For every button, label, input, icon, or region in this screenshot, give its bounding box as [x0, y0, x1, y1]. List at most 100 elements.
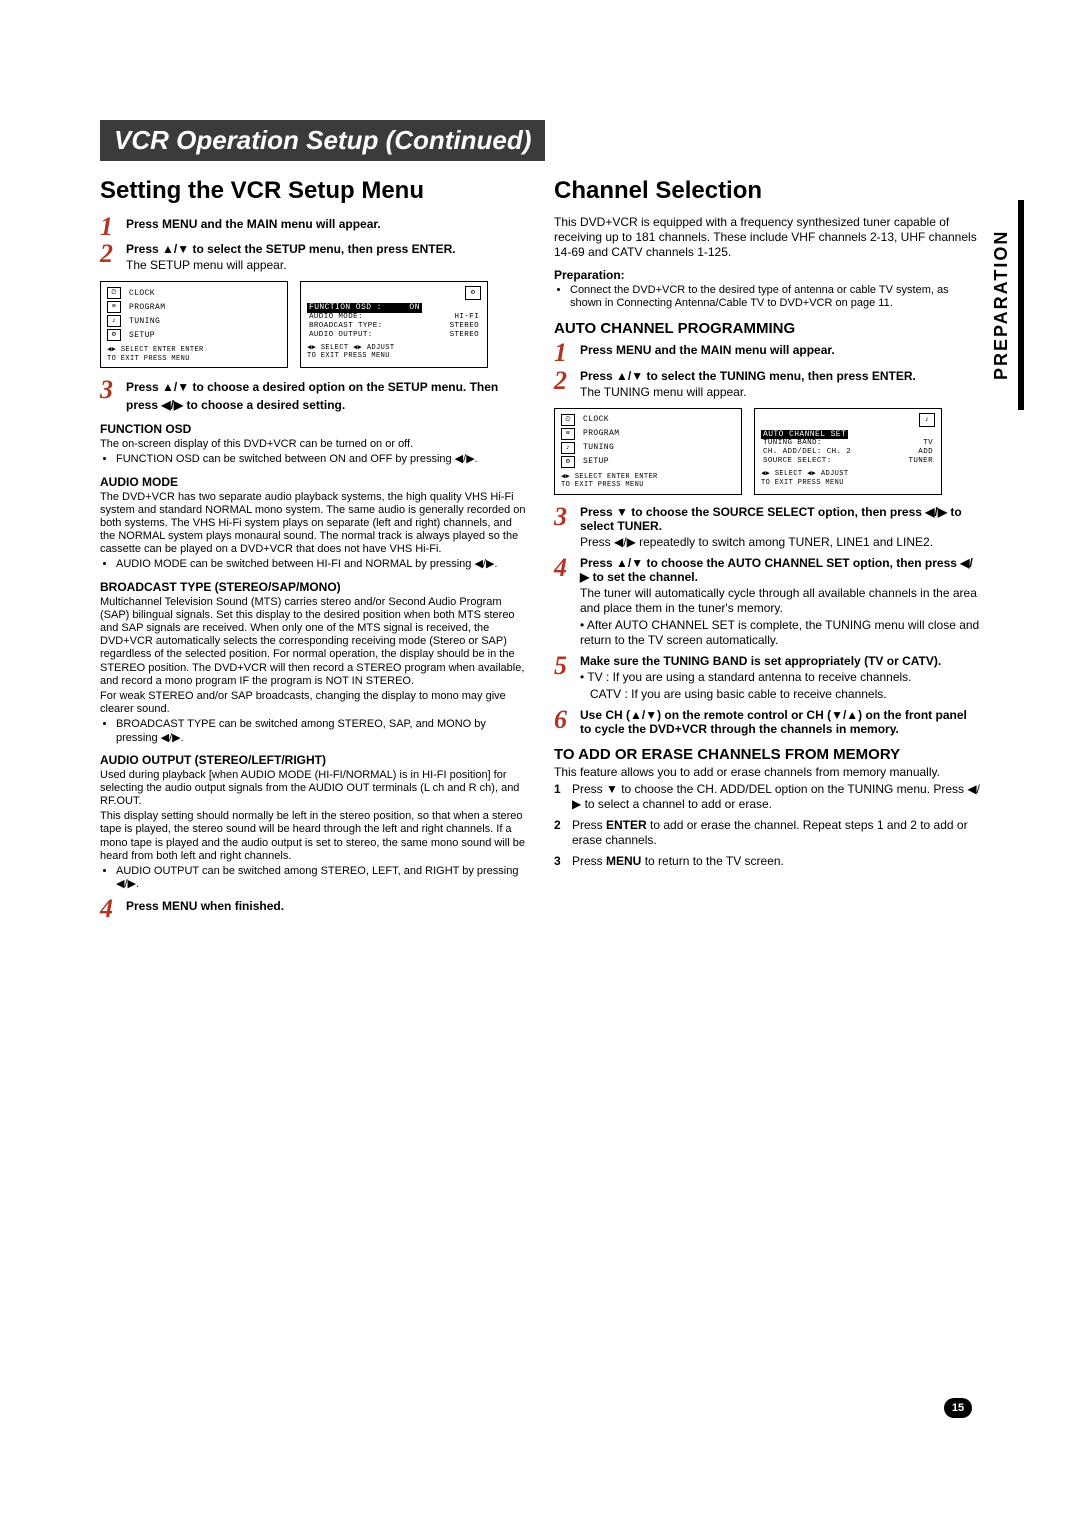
right-step-6: 6 Use CH (▲/▼) on the remote control or … — [554, 708, 980, 736]
setup-icon: ⚙ — [561, 456, 575, 468]
subhead-broadcast-type: BROADCAST TYPE (STEREO/SAP/MONO) — [100, 580, 526, 594]
clock-icon: ⏲ — [561, 414, 575, 426]
step-text: Press MENU and the MAIN menu will appear… — [580, 343, 835, 357]
page-number: 15 — [944, 1398, 972, 1418]
osd-item: TUNING — [129, 317, 160, 327]
osd-item: SETUP — [583, 457, 609, 467]
bullet-item: FUNCTION OSD can be switched between ON … — [116, 453, 526, 466]
manual-page: VCR Operation Setup (Continued) Setting … — [0, 0, 1080, 985]
auto-channel-head: AUTO CHANNEL PROGRAMMING — [554, 320, 980, 337]
right-step-5: 5 Make sure the TUNING BAND is set appro… — [554, 654, 980, 704]
list-item: 3Press MENU to return to the TV screen. — [554, 854, 980, 869]
osd-main-menu: ⏲ CLOCK ≡ PROGRAM ♪ TUNING ⚙ SETUP ◀▶ SELECT… — [100, 281, 288, 368]
bullet-item: Connect the DVD+VCR to the desired type … — [570, 284, 980, 310]
setup-icon: ⚙ — [107, 329, 121, 341]
osd-footer: ◀▶ SELECT ◀▶ ADJUSTTO EXIT PRESS MENU — [307, 344, 481, 361]
step-text: Press MENU and the MAIN menu will appear… — [126, 217, 381, 231]
step-subtext: CATV : If you are using basic cable to r… — [590, 687, 980, 702]
step-number-icon: 2 — [100, 242, 120, 265]
step-number-icon: 4 — [100, 897, 120, 920]
osd-footer: ◀▶ SELECT ENTER ENTERTO EXIT PRESS MENU — [561, 473, 735, 490]
step-number-icon: 2 — [554, 369, 574, 392]
osd-item: SOURCE SELECT:TUNER — [761, 457, 935, 466]
memory-head: TO ADD OR ERASE CHANNELS FROM MEMORY — [554, 746, 980, 763]
right-step-2: 2 Press ▲/▼ to select the TUNING menu, t… — [554, 369, 980, 402]
osd-item: PROGRAM — [583, 429, 619, 439]
subhead-audio-output: AUDIO OUTPUT (STEREO/LEFT/RIGHT) — [100, 753, 526, 767]
step-subtext: The tuner will automatically cycle throu… — [580, 586, 980, 616]
step-subtext: • TV : If you are using a standard anten… — [580, 670, 980, 685]
step-number-icon: 3 — [100, 378, 120, 401]
step-text: Press ▲/▼ to select the TUNING menu, the… — [580, 369, 980, 383]
subhead-function-osd: FUNCTION OSD — [100, 422, 526, 436]
tuning-icon: ♪ — [561, 442, 575, 454]
step-number-icon: 5 — [554, 654, 574, 677]
preparation-head: Preparation: — [554, 268, 980, 282]
left-step-2: 2 Press ▲/▼ to select the SETUP menu, th… — [100, 242, 526, 275]
numbered-list: 1Press ▼ to choose the CH. ADD/DEL optio… — [554, 782, 980, 869]
osd-item: TUNING BAND:TV — [761, 439, 935, 448]
step-subtext: The SETUP menu will appear. — [126, 258, 526, 273]
list-item: 1Press ▼ to choose the CH. ADD/DEL optio… — [554, 782, 980, 812]
osd-item: CLOCK — [583, 415, 609, 425]
osd-main-menu: ⏲ CLOCK ≡ PROGRAM ♪ TUNING ⚙ SETUP ◀▶ SELECT… — [554, 408, 742, 495]
left-step-1: 1 Press MENU and the MAIN menu will appe… — [100, 215, 526, 238]
subhead-audio-mode: AUDIO MODE — [100, 475, 526, 489]
step-subtext: Press ◀/▶ repeatedly to switch among TUN… — [580, 535, 980, 550]
step-text: Press ▲/▼ to choose a desired option on … — [126, 380, 498, 412]
body-text: This display setting should normally be … — [100, 810, 526, 863]
osd-item: CLOCK — [129, 289, 155, 299]
osd-screenshots: ⏲ CLOCK ≡ PROGRAM ♪ TUNING ⚙ SETUP ◀▶ SELECT… — [100, 281, 526, 368]
left-heading: Setting the VCR Setup Menu — [100, 177, 526, 205]
step-text: Make sure the TUNING BAND is set appropr… — [580, 654, 980, 668]
step-number-icon: 1 — [100, 215, 120, 238]
body-text: This DVD+VCR is equipped with a frequenc… — [554, 215, 980, 260]
clock-icon: ⏲ — [107, 287, 121, 299]
step-number-icon: 6 — [554, 708, 574, 731]
osd-footer: ◀▶ SELECT ENTER ENTERTO EXIT PRESS MENU — [107, 346, 281, 363]
osd-item: BROADCAST TYPE:STEREO — [307, 322, 481, 331]
osd-item: AUDIO OUTPUT:STEREO — [307, 331, 481, 340]
step-text: Press MENU when finished. — [126, 899, 284, 913]
body-text: For weak STEREO and/or SAP broadcasts, c… — [100, 690, 526, 716]
right-step-4: 4 Press ▲/▼ to choose the AUTO CHANNEL S… — [554, 556, 980, 650]
left-column: Setting the VCR Setup Menu 1 Press MENU … — [100, 171, 526, 925]
step-number-icon: 4 — [554, 556, 574, 579]
bullet-item: AUDIO MODE can be switched between HI-FI… — [116, 558, 526, 571]
osd-item: AUDIO MODE:HI-FI — [307, 313, 481, 322]
body-text: The on-screen display of this DVD+VCR ca… — [100, 438, 526, 451]
step-number-icon: 1 — [554, 341, 574, 364]
body-text: Multichannel Television Sound (MTS) carr… — [100, 596, 526, 688]
step-subtext: • After AUTO CHANNEL SET is complete, th… — [580, 618, 980, 648]
program-icon: ≡ — [107, 301, 121, 313]
osd-item: CH. ADD/DEL: CH. 2ADD — [761, 448, 935, 457]
program-icon: ≡ — [561, 428, 575, 440]
right-step-1: 1 Press MENU and the MAIN menu will appe… — [554, 341, 980, 364]
osd-screenshots: ⏲ CLOCK ≡ PROGRAM ♪ TUNING ⚙ SETUP ◀▶ SELECT… — [554, 408, 980, 495]
tuning-icon: ♪ — [107, 315, 121, 327]
tuning-icon: ♪ — [919, 413, 935, 427]
bullet-item: AUDIO OUTPUT can be switched among STERE… — [116, 865, 526, 891]
osd-setup-menu: ⚙ FUNCTION OSD : ON AUDIO MODE:HI-FI BRO… — [300, 281, 488, 368]
page-title-bar: VCR Operation Setup (Continued) — [100, 120, 545, 161]
right-step-3: 3 Press ▼ to choose the SOURCE SELECT op… — [554, 505, 980, 552]
osd-highlight: FUNCTION OSD : ON — [307, 303, 422, 313]
body-text: This feature allows you to add or erase … — [554, 765, 980, 780]
bullet-item: BROADCAST TYPE can be switched among STE… — [116, 718, 526, 744]
left-step-4: 4 Press MENU when finished. — [100, 897, 526, 920]
step-text: Press ▲/▼ to select the SETUP menu, then… — [126, 242, 526, 256]
list-item: 2Press ENTER to add or erase the channel… — [554, 818, 980, 848]
osd-item: TUNING — [583, 443, 614, 453]
step-text: Press ▼ to choose the SOURCE SELECT opti… — [580, 505, 980, 533]
osd-footer: ◀▶ SELECT ◀▶ ADJUSTTO EXIT PRESS MENU — [761, 470, 935, 487]
two-column-layout: Setting the VCR Setup Menu 1 Press MENU … — [100, 171, 980, 925]
right-heading: Channel Selection — [554, 177, 980, 205]
osd-highlight: AUTO CHANNEL SET — [761, 430, 848, 440]
step-number-icon: 3 — [554, 505, 574, 528]
step-text: Use CH (▲/▼) on the remote control or CH… — [580, 708, 980, 736]
osd-item: PROGRAM — [129, 303, 165, 313]
right-column: Channel Selection This DVD+VCR is equipp… — [554, 171, 980, 925]
step-text: Press ▲/▼ to choose the AUTO CHANNEL SET… — [580, 556, 980, 584]
osd-item: SETUP — [129, 331, 155, 341]
step-subtext: The TUNING menu will appear. — [580, 385, 980, 400]
